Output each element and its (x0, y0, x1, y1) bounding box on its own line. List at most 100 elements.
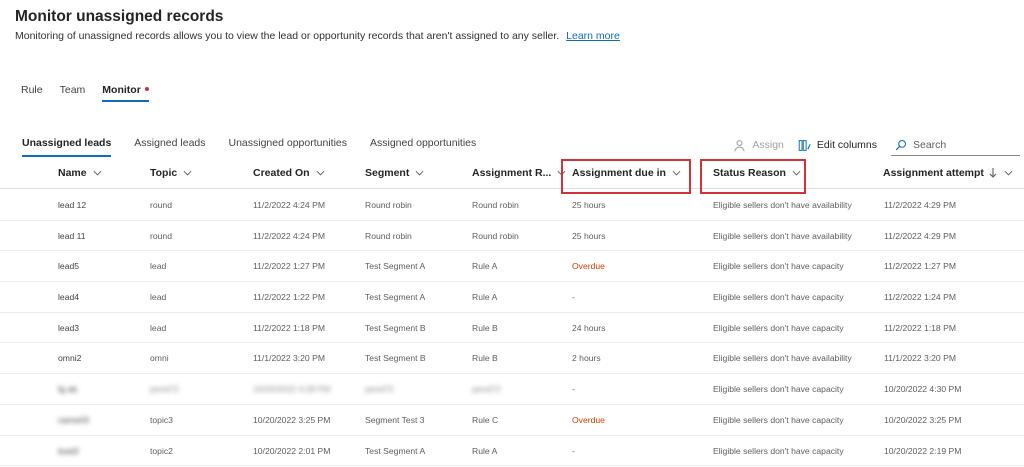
search-box (891, 134, 1020, 156)
highlight-assignment-due-in (561, 159, 691, 194)
cell-segment: Segment Test 3 (365, 414, 425, 425)
cell-topic: omni (150, 353, 169, 364)
chevron-down-icon (183, 170, 192, 176)
person-icon (734, 139, 745, 151)
tab-assigned-leads[interactable]: Assigned leads (134, 137, 205, 157)
cell-topic: lead (150, 322, 167, 333)
cell-name[interactable]: lead5 (58, 261, 79, 271)
cell-status-reason: Eligible sellers don't have capacity (713, 261, 844, 272)
cell-topic: topic3 (150, 414, 173, 425)
cell-assignment-due-in: 24 hours (572, 322, 606, 333)
cell-segment: Test Segment B (365, 322, 426, 333)
cell-assignment-due-in: Overdue (572, 261, 605, 272)
cell-status-reason: Eligible sellers don't have availability (713, 230, 852, 241)
tab-unassigned-leads[interactable]: Unassigned leads (22, 137, 112, 157)
page-title: Monitor unassigned records (15, 8, 224, 25)
cell-created-on: 11/2/2022 1:18 PM (253, 322, 325, 333)
cell-status-reason: Eligible sellers don't have capacity (713, 384, 844, 395)
cell-created-on: 11/1/2022 3:20 PM (253, 353, 325, 364)
table-row[interactable]: lead2 topic2 10/20/2022 2:01 PM Test Segmen… (0, 436, 1024, 467)
column-header-segment[interactable]: Segment (365, 167, 424, 179)
chevron-down-icon (316, 170, 325, 176)
cell-status-reason: Eligible sellers don't have availability (713, 353, 852, 364)
cell-topic: round (150, 230, 172, 241)
cell-assignment-rule: Round robin (472, 200, 519, 210)
cell-topic: topic2 (150, 445, 173, 456)
cell-assignment-attempt: 10/20/2022 4:30 PM (884, 384, 962, 395)
cell-name[interactable]: omni2 (58, 353, 81, 363)
table-row[interactable]: lead5 lead 11/2/2022 1:27 PM Test Segment A… (0, 251, 1024, 283)
learn-more-link[interactable]: Learn more (566, 30, 620, 42)
cell-name[interactable]: lead4 (58, 292, 79, 302)
table-row[interactable]: lead 12 round 11/2/2022 4:24 PM Round robin… (0, 190, 1024, 221)
cell-status-reason: Eligible sellers don't have capacity (713, 292, 844, 303)
grid-body: lead 12 round 11/2/2022 4:24 PM Round robin… (0, 190, 1024, 467)
cell-assignment-due-in: - (572, 292, 575, 303)
search-icon (895, 139, 907, 150)
column-header-name[interactable]: Name (58, 167, 102, 179)
cell-assignment-rule: Rule A (472, 292, 498, 303)
column-label: Name (58, 167, 87, 179)
cell-topic: lead (150, 261, 167, 272)
cell-assignment-rule: Round robin (472, 230, 519, 241)
cell-assignment-attempt: 11/2/2022 1:24 PM (884, 292, 956, 303)
table-row[interactable]: name03 topic3 10/20/2022 3:25 PM Segment Te… (0, 405, 1024, 436)
table-row[interactable]: lead 11 round 11/2/2022 4:24 PM Round robin… (0, 221, 1024, 252)
table-row[interactable]: fg ab pend72 10/20/2022 4:28 PM pend72 pend7… (0, 374, 1024, 405)
cell-assignment-due-in: 2 hours (572, 353, 601, 364)
cell-assignment-attempt: 11/2/2022 4:29 PM (884, 200, 956, 210)
sub-tabs: Unassigned leads Assigned leads Unassign… (22, 137, 499, 157)
cell-name[interactable]: lead 12 (58, 200, 86, 210)
tab-label: Rule (21, 84, 43, 96)
cell-segment: Test Segment A (365, 445, 426, 456)
cell-assignment-rule: pend72 (472, 384, 501, 395)
cell-assignment-attempt: 11/1/2022 3:20 PM (884, 353, 956, 364)
cell-assignment-attempt: 10/20/2022 2:19 PM (884, 445, 962, 456)
tab-monitor[interactable]: Monitor (102, 84, 149, 102)
page-description: Monitoring of unassigned records allows … (15, 30, 620, 42)
edit-columns-label: Edit columns (816, 139, 877, 151)
table-row[interactable]: lead3 lead 11/2/2022 1:18 PM Test Segment B… (0, 313, 1024, 344)
cell-segment: pend72 (365, 384, 394, 395)
column-header-assignment-rule[interactable]: Assignment R... (472, 167, 566, 179)
cell-name[interactable]: lead 11 (58, 231, 86, 241)
cell-assignment-attempt: 11/2/2022 1:18 PM (884, 322, 956, 333)
cell-assignment-due-in: Overdue (572, 414, 605, 425)
grid-header: Name Topic Created On Segment Assignment… (0, 161, 1024, 189)
tab-team[interactable]: Team (60, 84, 86, 102)
table-row[interactable]: lead4 lead 11/2/2022 1:22 PM Test Segment A… (0, 282, 1024, 313)
cell-assignment-rule: Rule B (472, 353, 498, 364)
column-header-assignment-attempt[interactable]: Assignment attempt (883, 167, 1013, 179)
cell-name[interactable]: lead3 (58, 323, 79, 333)
cell-assignment-attempt: 11/2/2022 4:29 PM (884, 230, 956, 241)
cell-assignment-rule: Rule C (472, 414, 499, 425)
column-label: Segment (365, 167, 410, 179)
column-label: Assignment attempt (883, 167, 984, 179)
cell-name[interactable]: name03 (58, 415, 89, 425)
description-text: Monitoring of unassigned records allows … (15, 30, 560, 42)
assign-button[interactable]: Assign (733, 139, 784, 152)
cell-segment: Round robin (365, 230, 412, 241)
table-row[interactable]: omni2 omni 11/1/2022 3:20 PM Test Segment B… (0, 343, 1024, 375)
column-header-created-on[interactable]: Created On (253, 167, 325, 179)
cell-name[interactable]: lead2 (58, 446, 79, 456)
edit-columns-button[interactable]: Edit columns (798, 139, 877, 152)
tab-assigned-opportunities[interactable]: Assigned opportunities (370, 137, 476, 157)
tab-unassigned-opportunities[interactable]: Unassigned opportunities (229, 137, 348, 157)
tab-rule[interactable]: Rule (21, 84, 43, 102)
chevron-down-icon (93, 170, 102, 176)
cell-created-on: 11/2/2022 1:27 PM (253, 261, 325, 272)
cell-assignment-rule: Rule A (472, 261, 498, 272)
cell-segment: Test Segment A (365, 261, 426, 272)
cell-status-reason: Eligible sellers don't have capacity (713, 322, 844, 333)
column-header-topic[interactable]: Topic (150, 167, 192, 179)
column-label: Assignment R... (472, 167, 552, 179)
cell-topic: pend72 (150, 384, 179, 395)
cell-segment: Round robin (365, 200, 412, 210)
cell-assignment-due-in: 25 hours (572, 230, 606, 241)
cell-assignment-rule: Rule A (472, 445, 498, 456)
sort-descending-icon (989, 168, 997, 178)
cell-assignment-attempt: 11/2/2022 1:27 PM (884, 261, 956, 272)
cell-name[interactable]: fg ab (58, 384, 77, 394)
search-input[interactable] (913, 138, 1013, 151)
